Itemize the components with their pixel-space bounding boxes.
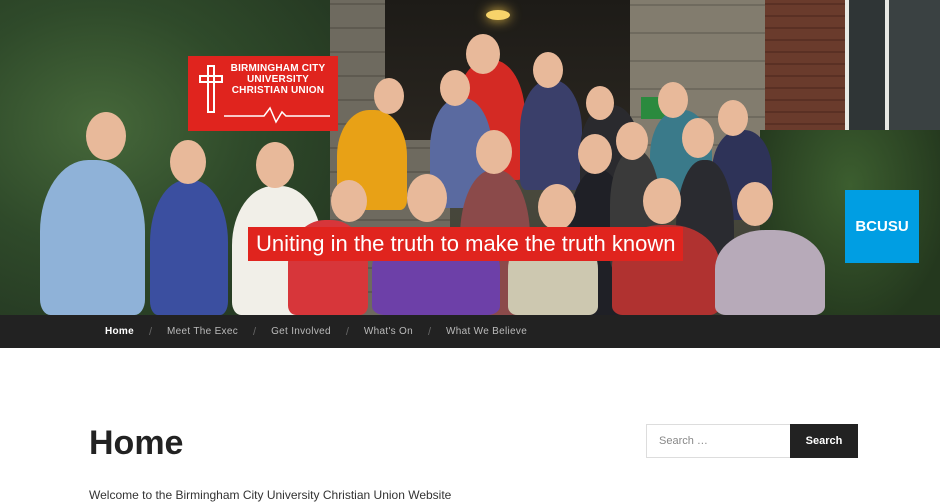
heartbeat-line-icon — [224, 106, 330, 124]
logo-line-3: CHRISTIAN UNION — [231, 85, 325, 96]
search-button[interactable]: Search — [790, 424, 858, 458]
bcusu-badge[interactable]: BCUSU — [845, 190, 919, 263]
logo-line-2: UNIVERSITY — [246, 74, 309, 85]
person-face — [616, 122, 648, 160]
person-face — [586, 86, 614, 120]
person-face — [533, 52, 563, 88]
person-face — [466, 34, 500, 74]
site-header-banner: BIRMINGHAM CITY UNIVERSITY CHRISTIAN UNI… — [0, 0, 940, 315]
person-face — [682, 118, 714, 158]
person-face — [407, 174, 447, 222]
tagline: Uniting in the truth to make the truth k… — [248, 227, 684, 261]
person-face — [256, 142, 294, 188]
nav-separator: / — [427, 325, 432, 338]
logo-text: BIRMINGHAM CITY UNIVERSITY CHRISTIAN UNI… — [224, 63, 332, 96]
nav-item-home[interactable]: Home — [105, 326, 134, 337]
nav-item-meet-the-exec[interactable]: Meet The Exec — [167, 326, 238, 337]
page-title: Home — [89, 424, 184, 462]
person-face — [331, 180, 367, 222]
group-photo — [0, 0, 940, 315]
person-face — [440, 70, 470, 106]
person-face — [643, 178, 681, 224]
person-face — [86, 112, 126, 160]
person-face — [578, 134, 612, 174]
nav-item-whats-on[interactable]: What's On — [364, 326, 413, 337]
nav-separator: / — [345, 325, 349, 338]
person-face — [170, 140, 206, 184]
cu-logo[interactable]: BIRMINGHAM CITY UNIVERSITY CHRISTIAN UNI… — [188, 56, 338, 131]
person-face — [374, 78, 404, 114]
person-face — [737, 182, 773, 226]
logo-line-1: BIRMINGHAM CITY — [230, 63, 326, 74]
person — [150, 180, 228, 315]
person-face — [538, 184, 576, 230]
nav-separator: / — [148, 325, 153, 338]
nav-list: Home / Meet The Exec / Get Involved / Wh… — [105, 315, 527, 348]
main-navigation: Home / Meet The Exec / Get Involved / Wh… — [0, 315, 940, 348]
nav-item-what-we-believe[interactable]: What We Believe — [446, 326, 527, 337]
person — [715, 230, 825, 315]
person-face — [718, 100, 748, 136]
nav-separator: / — [253, 325, 257, 338]
nav-item-get-involved[interactable]: Get Involved — [271, 326, 331, 337]
person — [520, 80, 582, 190]
person-face — [658, 82, 688, 118]
person — [40, 160, 145, 315]
search-input[interactable] — [646, 424, 790, 458]
cross-icon — [199, 65, 223, 113]
person-face — [476, 130, 512, 174]
